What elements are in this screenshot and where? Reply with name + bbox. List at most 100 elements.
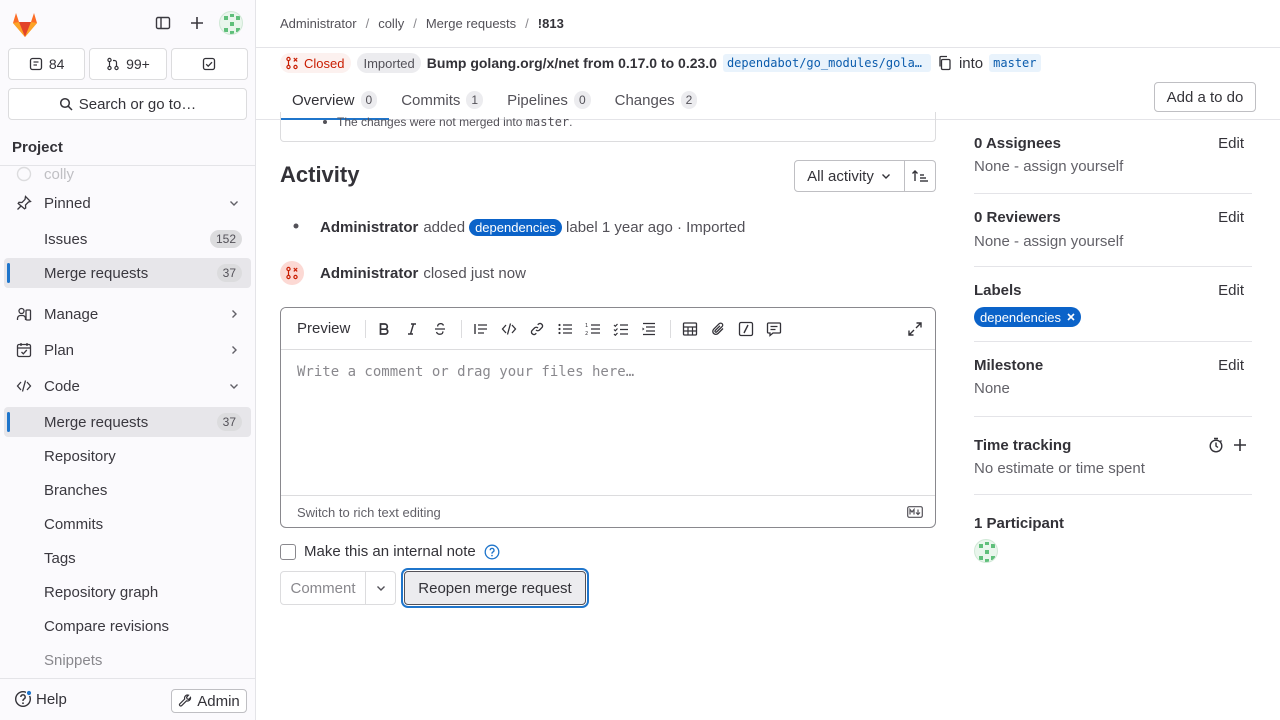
- sidebar-item-commits[interactable]: Commits: [4, 509, 251, 539]
- sidebar-item-repository-graph[interactable]: Repository graph: [4, 577, 251, 607]
- assignees-edit-button[interactable]: Edit: [1218, 135, 1244, 152]
- numbered-list-icon[interactable]: 12: [584, 320, 602, 338]
- sidebar-item-repository[interactable]: Repository: [4, 441, 251, 471]
- search-button[interactable]: Search or go to…: [8, 88, 247, 120]
- internal-note-label[interactable]: Make this an internal note: [304, 543, 476, 560]
- status-label: Closed: [304, 55, 345, 71]
- breadcrumb-item[interactable]: colly: [378, 16, 404, 31]
- activity-title: Activity: [280, 162, 360, 187]
- activity-filter-dropdown[interactable]: All activity: [794, 160, 905, 192]
- breadcrumb-item[interactable]: Merge requests: [426, 16, 516, 31]
- internal-note-checkbox[interactable]: [280, 543, 296, 560]
- target-branch[interactable]: master: [989, 54, 1041, 72]
- reviewers-value[interactable]: None - assign yourself: [974, 233, 1123, 250]
- note-author[interactable]: Administrator: [320, 265, 418, 282]
- merge-request-icon: [106, 57, 120, 71]
- label-pill[interactable]: dependencies: [469, 218, 563, 236]
- fullscreen-icon[interactable]: [906, 320, 924, 338]
- table-icon[interactable]: [681, 320, 699, 338]
- sidebar-item-code[interactable]: Code: [4, 371, 251, 401]
- tab-label: Commits: [401, 91, 461, 109]
- comment-icon[interactable]: [765, 320, 783, 338]
- note-time[interactable]: 1 year ago: [602, 219, 673, 236]
- labels-edit-button[interactable]: Edit: [1218, 282, 1244, 299]
- sidebar-project-name[interactable]: colly: [4, 166, 251, 189]
- breadcrumb-separator: /: [413, 16, 417, 31]
- todo-icon: [202, 57, 216, 71]
- sidebar-item-pinned-merge-requests[interactable]: Merge requests 37: [4, 258, 251, 288]
- close-icon[interactable]: [1067, 313, 1075, 321]
- task-list-icon[interactable]: [612, 320, 630, 338]
- bold-icon[interactable]: [375, 320, 393, 338]
- chevron-down-icon: [227, 196, 241, 210]
- svg-text:2: 2: [585, 331, 588, 336]
- sidebar-item-issues[interactable]: Issues 152: [4, 224, 251, 254]
- gitlab-logo-icon[interactable]: [10, 10, 40, 38]
- collapsible-section-icon[interactable]: [640, 320, 658, 338]
- sidebar-item-manage[interactable]: Manage: [4, 299, 251, 329]
- comment-editor: Preview 12 Switch to rich text editing: [280, 307, 936, 528]
- dot-icon: [280, 215, 304, 239]
- note-author[interactable]: Administrator: [320, 219, 418, 236]
- sidebar-item-plan[interactable]: Plan: [4, 335, 251, 365]
- mr-title: Bump golang.org/x/net from 0.17.0 to 0.2…: [426, 55, 717, 71]
- toolbar-divider: [461, 320, 462, 338]
- italic-icon[interactable]: [403, 320, 421, 338]
- todo-count-button[interactable]: [170, 48, 248, 80]
- source-branch[interactable]: dependabot/go_modules/golang.org/x/net-0…: [722, 54, 931, 72]
- stopwatch-icon[interactable]: [1208, 437, 1224, 453]
- slash-commands-icon[interactable]: [737, 320, 755, 338]
- sidebar-item-branches[interactable]: Branches: [4, 475, 251, 505]
- reviewers-edit-button[interactable]: Edit: [1218, 209, 1244, 226]
- plus-icon[interactable]: [185, 11, 209, 35]
- reviewers-block: 0 Reviewers Edit None - assign yourself: [974, 194, 1252, 267]
- merge-request-close-icon: [285, 56, 299, 70]
- sidebar-item-compare-revisions[interactable]: Compare revisions: [4, 611, 251, 641]
- add-todo-button[interactable]: Add a to do: [1154, 82, 1256, 112]
- question-icon[interactable]: [484, 544, 500, 560]
- sidebar-toggle-icon[interactable]: [151, 11, 175, 35]
- sidebar-item-pinned[interactable]: Pinned: [4, 188, 251, 218]
- link-icon[interactable]: [528, 320, 546, 338]
- plus-icon[interactable]: [1232, 437, 1248, 453]
- participant-avatar[interactable]: [974, 539, 998, 563]
- sidebar-item-tags[interactable]: Tags: [4, 543, 251, 573]
- copy-icon[interactable]: [937, 55, 953, 71]
- sidebar-item-snippets[interactable]: Snippets: [4, 645, 251, 675]
- comment-textarea[interactable]: [281, 350, 935, 495]
- issues-count-button[interactable]: 84: [8, 48, 86, 80]
- help-button[interactable]: Help: [14, 690, 67, 708]
- assignees-value[interactable]: None - assign yourself: [974, 158, 1123, 175]
- sort-direction-button[interactable]: [905, 160, 936, 192]
- markdown-icon[interactable]: [907, 506, 923, 518]
- code-icon[interactable]: [500, 320, 518, 338]
- issues-icon: [29, 57, 43, 71]
- breadcrumb-current[interactable]: !813: [538, 16, 564, 31]
- mr-badge: 37: [216, 413, 242, 431]
- mr-count-button[interactable]: 99+: [89, 48, 167, 80]
- milestone-edit-button[interactable]: Edit: [1218, 357, 1244, 374]
- sidebar-counts: 84 99+: [8, 48, 248, 80]
- reopen-merge-request-button[interactable]: Reopen merge request: [404, 571, 586, 605]
- label-pill[interactable]: dependencies: [974, 307, 1081, 327]
- comment-type-dropdown[interactable]: [366, 571, 396, 605]
- user-avatar[interactable]: [219, 11, 243, 35]
- bulleted-list-icon[interactable]: [556, 320, 574, 338]
- attachment-icon[interactable]: [709, 320, 727, 338]
- switch-rich-text-button[interactable]: Switch to rich text editing: [297, 505, 441, 520]
- quote-icon[interactable]: [472, 320, 490, 338]
- sidebar-item-merge-requests[interactable]: Merge requests 37: [4, 407, 251, 437]
- breadcrumb-item[interactable]: Administrator: [280, 16, 357, 31]
- note-time[interactable]: just now: [471, 265, 526, 282]
- tab-label: Changes: [614, 91, 675, 109]
- tab-count: 0: [360, 91, 378, 109]
- comment-button[interactable]: Comment: [280, 571, 366, 605]
- preview-tab[interactable]: Preview: [297, 320, 350, 337]
- strikethrough-icon[interactable]: [431, 320, 449, 338]
- toolbar-divider: [670, 320, 671, 338]
- assignees-title: 0 Assignees: [974, 135, 1061, 152]
- labels-title: Labels: [974, 282, 1022, 299]
- sidebar-nav: colly Pinned Issues 152 Merge requests 3…: [0, 166, 255, 678]
- tab-count: 1: [466, 91, 484, 109]
- admin-button[interactable]: Admin: [171, 689, 247, 713]
